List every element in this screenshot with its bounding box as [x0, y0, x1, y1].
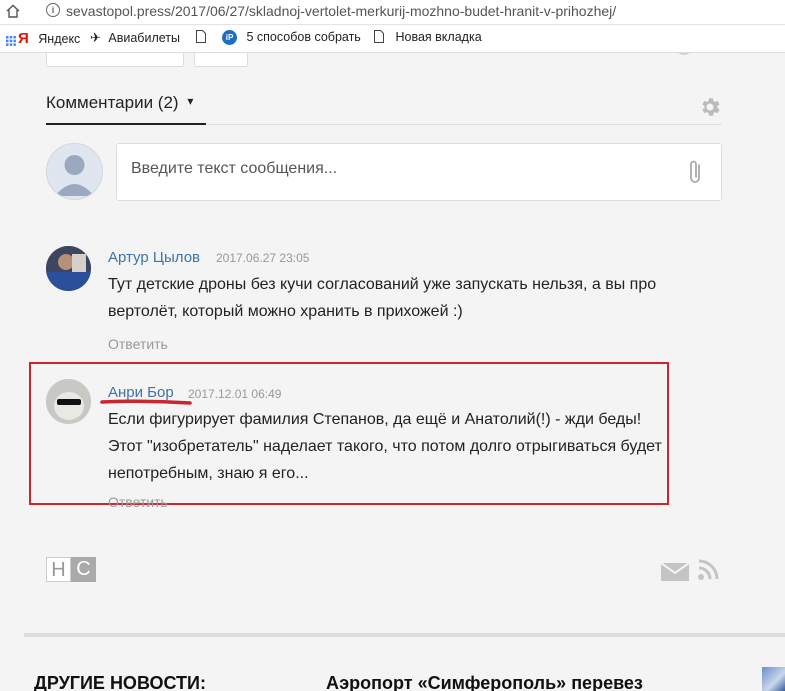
avatar [46, 246, 91, 291]
comment-text: Если фигурирует фамилия Степанов, да ещё… [108, 411, 662, 482]
comment-date: 2017.06.27 23:05 [216, 251, 310, 265]
chevron-down-icon: ▾ [187, 94, 194, 108]
circle-icon-partial [678, 53, 690, 55]
comment-text: Тут детские дроны без кучи согласований … [108, 276, 657, 320]
home-icon[interactable] [6, 4, 20, 18]
bookmark-yandex[interactable]: Я Яндекс [18, 30, 80, 47]
page-icon [374, 30, 384, 43]
comment-date: 2017.12.01 06:49 [188, 387, 282, 401]
tab-underline [46, 123, 206, 125]
plane-icon: ✈ [90, 30, 101, 45]
comment-author[interactable]: Артур Цылов [108, 249, 200, 266]
bookmark-page[interactable] [196, 30, 206, 46]
bookmark-5-sposobov[interactable]: iP 5 способов собрать [222, 30, 361, 46]
current-user-avatar [46, 143, 103, 200]
site-logo[interactable]: Н С [46, 557, 96, 582]
red-underline [100, 399, 192, 405]
bookmark-aviabilety[interactable]: ✈ Авиабилеты [90, 30, 180, 46]
bookmarks-bar: Я Яндекс ✈ Авиабилеты iP 5 способов собр… [0, 25, 785, 53]
bookmark-new-tab[interactable]: Новая вкладка [374, 30, 482, 44]
comment-input-box[interactable] [116, 143, 722, 201]
section-divider [24, 633, 785, 637]
reply-link[interactable]: Ответить [108, 336, 168, 352]
ip-icon: iP [222, 30, 237, 46]
share-button-partial[interactable] [46, 53, 184, 67]
other-news-heading: ДРУГИЕ НОВОСТИ: [34, 673, 206, 691]
yandex-icon: Я [18, 30, 29, 47]
reply-link[interactable]: Ответить [108, 494, 168, 510]
paperclip-icon[interactable] [684, 158, 706, 186]
avatar [46, 379, 91, 424]
apps-icon[interactable] [6, 33, 16, 51]
gear-icon[interactable] [698, 95, 722, 119]
divider [206, 124, 722, 125]
page-content: Комментарии (2) ▾ Артур Цылов 2017.06.27… [0, 53, 785, 691]
address-bar: i sevastopol.press/2017/06/27/skladnoj-v… [0, 0, 785, 25]
info-icon[interactable]: i [46, 3, 60, 17]
news-headline-link[interactable]: Аэропорт «Симферополь» перевез [326, 673, 643, 691]
mail-icon[interactable] [661, 563, 689, 581]
news-thumbnail[interactable] [762, 667, 785, 691]
more-button-partial[interactable] [194, 53, 248, 67]
url-field[interactable]: sevastopol.press/2017/06/27/skladnoj-ver… [66, 3, 616, 19]
comment-input[interactable] [129, 159, 673, 179]
page-icon [196, 30, 206, 43]
rss-icon[interactable] [697, 559, 719, 581]
comments-tab[interactable]: Комментарии (2) ▾ [46, 93, 193, 113]
